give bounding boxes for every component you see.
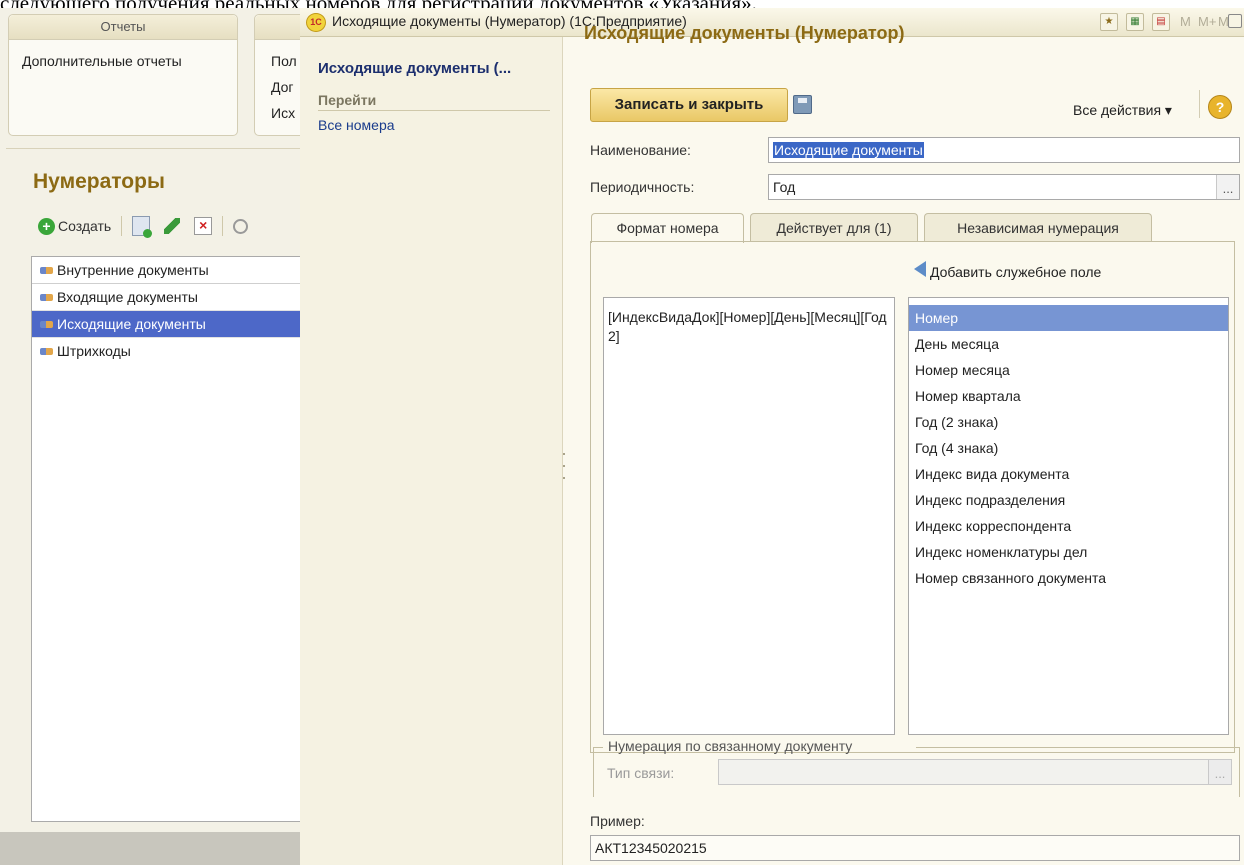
all-actions-menu[interactable]: Все действия ▾	[1073, 102, 1172, 119]
list-item[interactable]: День месяца	[909, 331, 1228, 357]
periodicity-select-button[interactable]: ...	[1216, 175, 1239, 199]
1c-logo-icon: 1С	[306, 13, 326, 32]
numerator-icon	[40, 267, 53, 274]
list-item[interactable]: Год (4 знака)	[909, 435, 1228, 461]
list-item[interactable]: Индекс номенклатуры дел	[909, 539, 1228, 565]
list-item[interactable]: Входящие документы	[32, 284, 300, 311]
create-button[interactable]: + Создать	[38, 217, 112, 235]
nav-group-goto: Перейти	[318, 92, 377, 108]
example-value: АКТ12345020215	[595, 840, 707, 856]
example-field: АКТ12345020215	[590, 835, 1240, 861]
periodicity-label: Периодичность:	[590, 179, 695, 195]
second-panel-link-2[interactable]: Дог	[271, 79, 294, 95]
tab-independent-numbering[interactable]: Независимая нумерация	[924, 213, 1152, 241]
save-disk-icon[interactable]	[793, 95, 812, 114]
memory-plus-button[interactable]: M+	[1198, 14, 1216, 29]
list-item[interactable]: Номер связанного документа	[909, 565, 1228, 591]
second-panel: Пол Дог Исх	[254, 14, 300, 136]
service-fields-list: Номер День месяца Номер месяца Номер ква…	[908, 297, 1229, 735]
background-status-bar	[0, 832, 300, 865]
copy-icon[interactable]	[132, 216, 153, 238]
numerator-icon	[40, 294, 53, 301]
list-item[interactable]: Индекс вида документа	[909, 461, 1228, 487]
search-icon[interactable]	[233, 218, 249, 234]
numerators-toolbar: + Создать ×	[38, 213, 249, 239]
reports-panel-title: Отчеты	[9, 15, 237, 40]
group-border	[593, 747, 603, 748]
numerator-icon	[40, 321, 53, 328]
second-panel-link-3[interactable]: Исх	[271, 105, 295, 121]
name-value: Исходящие документы	[773, 142, 924, 158]
name-field[interactable]: Исходящие документы	[768, 137, 1240, 163]
link-type-select-button[interactable]: ...	[1208, 760, 1231, 784]
list-item-selected[interactable]: Исходящие документы	[32, 311, 300, 338]
panel-divider	[6, 148, 300, 149]
plus-circle-icon: +	[38, 217, 55, 235]
toolbar-separator	[121, 216, 123, 236]
list-item-selected[interactable]: Номер	[909, 305, 1228, 331]
list-item[interactable]: Штрихкоды	[32, 338, 300, 364]
periodicity-field[interactable]: Год ...	[768, 174, 1240, 200]
group-border	[916, 747, 1239, 748]
second-panel-head	[255, 15, 300, 40]
nav-link-all-numbers[interactable]: Все номера	[318, 117, 395, 133]
reports-panel: Отчеты Дополнительные отчеты	[8, 14, 238, 136]
list-item[interactable]: Внутренние документы	[32, 257, 300, 284]
memory-button[interactable]: M	[1180, 14, 1191, 29]
add-field-arrow-icon	[914, 261, 926, 277]
name-label: Наименование:	[590, 142, 691, 158]
numerators-list: Внутренние документы Входящие документы …	[31, 256, 300, 822]
number-format-input[interactable]: [ИндексВидаДок][Номер][День][Месяц][Год2…	[603, 297, 895, 735]
link-type-label: Тип связи:	[607, 765, 675, 781]
second-panel-link-1[interactable]: Пол	[271, 53, 297, 69]
nav-separator	[318, 110, 550, 111]
calendar-icon[interactable]: ▤	[1152, 13, 1170, 31]
form-navigation-panel: Исходящие документы (... Перейти Все ном…	[300, 37, 563, 865]
tab-number-format[interactable]: Формат номера	[591, 213, 744, 243]
form-title: Исходящие документы (Нумератор)	[584, 23, 905, 43]
list-item[interactable]: Год (2 знака)	[909, 409, 1228, 435]
add-service-field-button[interactable]: Добавить служебное поле	[930, 264, 1101, 280]
list-item[interactable]: Номер квартала	[909, 383, 1228, 409]
numerator-icon	[40, 348, 53, 355]
additional-reports-link[interactable]: Дополнительные отчеты	[22, 53, 182, 69]
group-border	[593, 747, 594, 797]
toolbar-separator	[222, 216, 224, 236]
list-item[interactable]: Индекс корреспондента	[909, 513, 1228, 539]
numerator-window: 1С Исходящие документы (Нумератор) (1С:П…	[300, 8, 1244, 865]
list-item[interactable]: Номер месяца	[909, 357, 1228, 383]
help-icon[interactable]: ?	[1208, 95, 1232, 119]
maximize-icon[interactable]	[1228, 14, 1242, 28]
group-border	[1239, 747, 1240, 797]
list-item[interactable]: Индекс подразделения	[909, 487, 1228, 513]
example-label: Пример:	[590, 813, 645, 829]
periodicity-value: Год	[773, 179, 796, 195]
nav-form-title[interactable]: Исходящие документы (...	[318, 60, 511, 77]
delete-icon[interactable]: ×	[194, 217, 213, 235]
save-and-close-button[interactable]: Записать и закрыть	[590, 88, 788, 122]
background-app: Отчеты Дополнительные отчеты Пол Дог Исх…	[0, 8, 300, 865]
tab-applies-to[interactable]: Действует для (1)	[750, 213, 918, 241]
calculator-icon[interactable]: ▦	[1126, 13, 1144, 31]
create-button-label: Создать	[58, 218, 112, 234]
panel-resize-handle[interactable]	[563, 453, 566, 483]
link-type-field[interactable]: ...	[718, 759, 1232, 785]
related-numbering-group-title: Нумерация по связанному документу	[608, 738, 853, 754]
toolbar-separator	[1199, 90, 1200, 118]
favorites-icon[interactable]: ★	[1100, 13, 1118, 31]
edit-pencil-icon[interactable]	[164, 218, 181, 234]
numerators-title: Нумераторы	[33, 170, 165, 193]
